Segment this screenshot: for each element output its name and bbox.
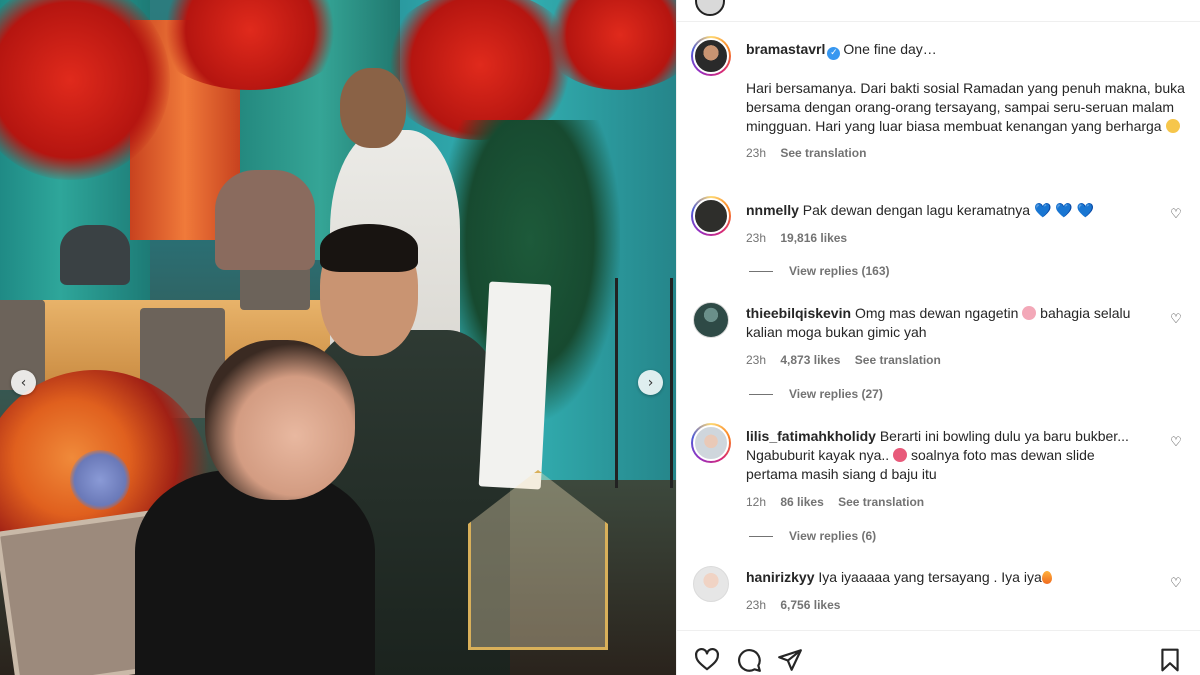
view-replies-label: View replies (163) [789,264,890,278]
avatar[interactable] [691,423,731,463]
comment-username[interactable]: thieebilqiskevin [746,305,851,321]
caption-time[interactable]: 23h [746,146,766,160]
caption-username[interactable]: bramastavrl [746,41,825,57]
avatar[interactable] [693,566,729,602]
comment-likes[interactable]: 6,756 likes [780,598,840,612]
verified-badge-icon: ✓ [827,47,841,60]
comment-likes[interactable]: 4,873 likes [780,353,840,367]
background-guest [60,225,130,285]
comment-time[interactable]: 23h [746,353,766,367]
comment-likes[interactable]: 19,816 likes [780,231,847,245]
view-replies-button[interactable]: View replies (27) [749,387,883,401]
comment-username[interactable]: lilis_fatimahkholidy [746,428,876,444]
comment-item: hanirizkyy Iya iyaaaaa yang tersayang . … [746,568,1146,615]
bookmark-icon[interactable] [1157,647,1183,673]
view-replies-label: View replies (27) [789,387,883,401]
comment-time[interactable]: 23h [746,598,766,612]
post-photo: ‹ › [0,0,676,675]
post-header [677,0,1200,22]
see-translation-link[interactable]: See translation [780,146,866,160]
post-action-bar [677,630,1200,675]
heart-icon[interactable]: ♡ [1169,313,1183,327]
comment-likes[interactable]: 86 likes [780,495,823,509]
chevron-left-icon[interactable]: ‹ [11,370,36,395]
place-card [478,281,552,490]
divider [749,393,773,395]
avatar[interactable] [691,196,731,236]
share-icon[interactable] [777,647,803,673]
avatar[interactable] [695,0,725,16]
comment-username[interactable]: hanirizkyy [746,569,814,585]
heart-icon[interactable]: ♡ [1169,577,1183,591]
heart-icon[interactable]: ♡ [1169,208,1183,222]
comment-item: lilis_fatimahkholidy Berarti ini bowling… [746,427,1146,512]
divider [749,270,773,272]
caption-headline: One fine day… [843,41,937,57]
view-replies-button[interactable]: View replies (163) [749,264,890,278]
see-translation-link[interactable]: See translation [855,353,941,367]
comment-time[interactable]: 12h [746,495,766,509]
comment-item: nnmelly Pak dewan dengan lagu keramatnya… [746,201,1146,248]
view-replies-button[interactable]: View replies (6) [749,529,876,543]
background-guest [215,170,315,270]
seated-man-hair [320,224,418,272]
grinning-emoji-icon [1165,119,1180,133]
comment-time[interactable]: 23h [746,231,766,245]
caption-body: Hari bersamanya. Dari bakti sosial Ramad… [746,80,1185,134]
see-translation-link[interactable]: See translation [838,495,924,509]
comment-username[interactable]: nnmelly [746,202,799,218]
post-caption: bramastavrl ✓ One fine day… Hari bersamany… [746,40,1186,163]
heart-icon[interactable]: ♡ [1169,436,1183,450]
comment-icon[interactable] [736,647,762,673]
seated-woman [135,470,375,675]
crying-emoji-icon [893,448,908,462]
comments-panel: bramastavrl ✓ One fine day… Hari bersamany… [676,0,1200,675]
heart-eyes-emoji-icon [1022,306,1037,320]
avatar[interactable] [691,36,731,76]
divider [749,535,773,537]
standing-man-head [340,68,406,148]
heart-icon[interactable] [694,647,720,673]
seated-woman-head [205,340,355,500]
blue-heart-emoji-icon: 💙 💙 💙 [1033,202,1095,218]
comment-text: Iya iyaaaaa yang tersayang . Iya iya [818,569,1042,585]
avatar[interactable] [693,302,729,338]
comment-text: Omg mas dewan ngagetin [854,305,1019,321]
chevron-right-icon[interactable]: › [638,370,663,395]
comment-text: Pak dewan dengan lagu keramatnya [802,202,1031,218]
hydrangea [70,450,130,510]
view-replies-label: View replies (6) [789,529,877,543]
fire-emoji-icon [1041,571,1052,584]
comment-item: thieebilqiskevin Omg mas dewan ngagetin … [746,304,1146,370]
